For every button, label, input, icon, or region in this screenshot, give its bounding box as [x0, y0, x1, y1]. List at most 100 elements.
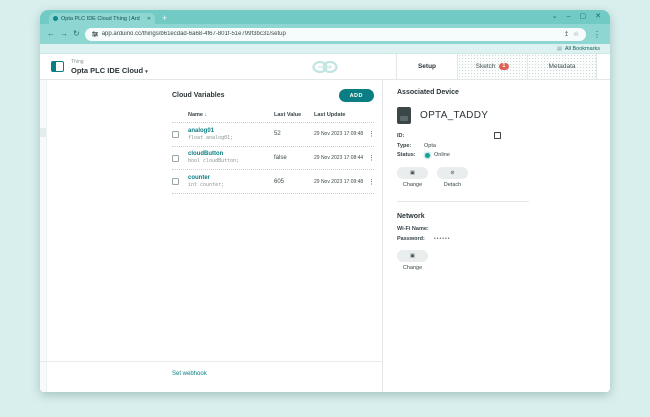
cloud-variables-title: Cloud Variables [172, 92, 225, 99]
password-masked-value: •••••• [434, 236, 451, 242]
password-label: Password: [397, 236, 434, 242]
browser-tab-title: Opta PLC IDE Cloud Thing | Ard [61, 16, 144, 22]
all-bookmarks-button[interactable]: All Bookmarks [565, 46, 600, 52]
variable-last-update: 29 Nov 2023 17:09:48 [314, 179, 366, 185]
share-icon[interactable]: ↥ [564, 30, 569, 38]
device-status-value: Online [434, 152, 450, 158]
bookmarks-folder-icon: ▤ [557, 46, 562, 52]
tab-setup-label: Setup [418, 63, 436, 70]
board-icon: ▣ [410, 170, 415, 176]
device-status-label: Status: [397, 152, 424, 158]
setup-main: Cloud Variables ADD Name ↓ Last Value La… [40, 80, 610, 392]
tab-sketch-label: Sketch [476, 63, 496, 70]
section-divider [397, 201, 529, 202]
arduino-cloud-app: Thing Opta PLC IDE Cloud ▾ Setup [40, 54, 610, 392]
table-row: counter int counter; 605 29 Nov 2023 17:… [172, 170, 374, 194]
tab-close-icon[interactable]: ✕ [147, 16, 151, 22]
close-icon[interactable]: ✕ [595, 11, 601, 23]
device-name: OPTA_TADDY [420, 110, 488, 121]
variable-last-value: false [274, 155, 314, 161]
column-last-value: Last Value [274, 112, 314, 118]
browser-tab-strip: Opta PLC IDE Cloud Thing | Ard ✕ + ⌄ – ▢… [40, 10, 610, 24]
set-webhook-link[interactable]: Set webhook [172, 371, 207, 377]
table-row: cloudButton bool cloudButton; false 29 N… [172, 147, 374, 171]
detach-device-label: Detach [444, 182, 461, 188]
new-tab-button[interactable]: + [162, 13, 167, 24]
device-type-label: Type: [397, 143, 424, 149]
row-menu-icon[interactable]: ⋮ [366, 154, 375, 162]
variable-declaration: bool cloudButton; [188, 158, 274, 165]
variable-name-link[interactable]: counter [188, 175, 274, 182]
add-variable-button[interactable]: ADD [339, 89, 374, 102]
window-controls: ⌄ – ▢ ✕ [552, 11, 601, 23]
row-menu-icon[interactable]: ⋮ [366, 130, 375, 138]
detach-device-button[interactable]: ⊘ [437, 167, 468, 179]
minimize-icon[interactable]: – [567, 11, 571, 23]
thing-name: Opta PLC IDE Cloud [71, 66, 143, 75]
maximize-icon[interactable]: ▢ [580, 11, 587, 23]
table-row: analog01 float analog01; 52 29 Nov 2023 … [172, 123, 374, 147]
column-name[interactable]: Name ↓ [188, 112, 274, 118]
browser-menu-icon[interactable]: ⋮ [591, 30, 603, 39]
sidebar-toggle-icon[interactable] [51, 61, 64, 72]
variable-last-value: 605 [274, 179, 314, 185]
variable-declaration: int counter; [188, 182, 274, 189]
footer-divider [40, 361, 382, 362]
column-last-update: Last Update [314, 112, 366, 118]
back-icon[interactable]: ← [47, 30, 55, 38]
detach-icon: ⊘ [450, 170, 454, 176]
variable-name-link[interactable]: cloudButton [188, 151, 274, 158]
column-name-label: Name [188, 112, 203, 118]
variable-last-update: 29 Nov 2023 17:08:44 [314, 155, 366, 161]
row-checkbox[interactable] [172, 155, 179, 162]
thing-name-dropdown[interactable]: Opta PLC IDE Cloud ▾ [71, 66, 148, 75]
bookmark-star-icon[interactable]: ☆ [573, 30, 579, 38]
row-checkbox[interactable] [172, 131, 179, 138]
change-device-button[interactable]: ▣ [397, 167, 428, 179]
thing-tabs: Setup Sketch 1 Metadata [396, 54, 597, 79]
variable-last-value: 52 [274, 131, 314, 137]
wifi-name-label: Wi-Fi Name: [397, 226, 434, 232]
bookmarks-bar: ▤ All Bookmarks [40, 44, 610, 54]
sort-descending-icon[interactable]: ↓ [205, 112, 208, 118]
sketch-badge: 1 [499, 63, 510, 70]
tab-sketch[interactable]: Sketch 1 [458, 54, 528, 79]
tab-metadata[interactable]: Metadata [528, 54, 597, 79]
associated-device-title: Associated Device [397, 89, 529, 96]
variable-last-update: 29 Nov 2023 17:09:48 [314, 131, 366, 137]
browser-toolbar: ← → ↻ app.arduino.cc/things/b61ecdad-6a6… [40, 24, 610, 44]
forward-icon[interactable]: → [60, 30, 68, 38]
change-device-label: Change [403, 182, 422, 188]
site-settings-icon[interactable] [92, 31, 98, 37]
copy-id-icon[interactable] [494, 132, 501, 139]
tab-search-icon[interactable]: ⌄ [552, 11, 558, 23]
url-bar[interactable]: app.arduino.cc/things/b61ecdad-6a68-4f67… [85, 28, 586, 41]
arduino-logo-icon [311, 60, 339, 74]
row-checkbox[interactable] [172, 178, 179, 185]
device-panel: Associated Device OPTA_TADDY ID: Type: O… [383, 80, 610, 392]
thing-title-block: Thing Opta PLC IDE Cloud ▾ [40, 54, 148, 79]
variable-cell: cloudButton bool cloudButton; [188, 151, 274, 165]
chevron-down-icon: ▾ [145, 69, 148, 75]
variable-cell: analog01 float analog01; [188, 128, 274, 142]
thing-label: Thing [71, 59, 148, 65]
change-network-button[interactable]: ▣ [397, 250, 428, 262]
reload-icon[interactable]: ↻ [73, 30, 80, 38]
device-type-value: Opta [424, 143, 436, 149]
variables-table-header: Name ↓ Last Value Last Update [172, 112, 374, 123]
variable-declaration: float analog01; [188, 135, 274, 142]
board-icon: ▣ [410, 253, 415, 259]
thing-header: Thing Opta PLC IDE Cloud ▾ Setup [40, 54, 610, 80]
change-network-label: Change [403, 265, 422, 271]
url-text[interactable]: app.arduino.cc/things/b61ecdad-6a68-4f67… [102, 31, 560, 37]
device-id-label: ID: [397, 133, 424, 139]
row-menu-icon[interactable]: ⋮ [366, 178, 375, 186]
device-icon [397, 107, 411, 124]
browser-window: Opta PLC IDE Cloud Thing | Ard ✕ + ⌄ – ▢… [40, 10, 610, 392]
tab-setup[interactable]: Setup [396, 54, 458, 79]
browser-tab[interactable]: Opta PLC IDE Cloud Thing | Ard ✕ [49, 13, 155, 24]
variable-cell: counter int counter; [188, 175, 274, 189]
online-status-icon [425, 153, 430, 158]
tab-metadata-label: Metadata [548, 63, 575, 70]
variable-name-link[interactable]: analog01 [188, 128, 274, 135]
